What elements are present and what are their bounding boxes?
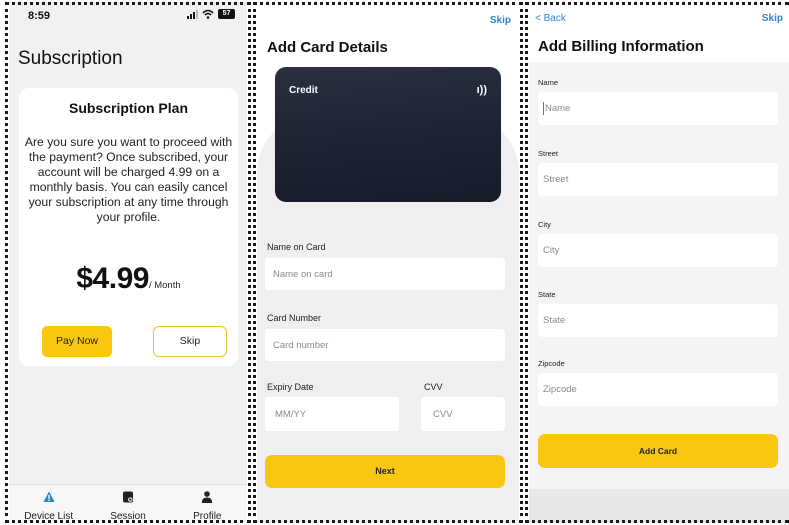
page-title: Add Card Details [267, 39, 388, 56]
bottom-area [529, 489, 789, 523]
name-placeholder: Name [545, 103, 571, 114]
text-cursor [543, 102, 544, 115]
name-input[interactable]: Name [538, 92, 778, 125]
next-button[interactable]: Next [265, 455, 505, 488]
wifi-icon [202, 9, 214, 19]
state-label: State [538, 290, 556, 299]
plan-description: Are you sure you want to proceed with th… [24, 135, 233, 224]
add-card-screen: Skip Add Card Details Credit ı)) Name on… [257, 2, 519, 523]
cvv-input[interactable]: CVV [421, 397, 505, 431]
warning-triangle-icon [43, 491, 55, 502]
credit-card-preview: Credit ı)) [275, 67, 501, 202]
city-label: City [538, 220, 551, 229]
name-on-card-label: Name on Card [267, 242, 326, 252]
add-card-button[interactable]: Add Card [538, 434, 778, 468]
tab-label: Session [110, 511, 146, 522]
name-label: Name [538, 78, 559, 87]
tab-device-list[interactable]: Device List [9, 485, 88, 523]
price-display: $4.99/ Month [19, 262, 238, 296]
page-title: Subscription [18, 48, 123, 69]
card-number-input[interactable]: Card number [265, 329, 505, 361]
person-icon [202, 491, 213, 503]
pay-now-button[interactable]: Pay Now [42, 326, 112, 357]
contactless-icon: ı)) [476, 84, 487, 96]
card-number-label: Card Number [267, 313, 322, 323]
page-title: Add Billing Information [538, 38, 704, 55]
tab-label: Profile [193, 511, 222, 522]
name-on-card-input[interactable]: Name on card [265, 258, 505, 290]
zipcode-label: Zipcode [538, 359, 565, 368]
status-time: 8:59 [28, 10, 51, 22]
subscription-plan-card: Subscription Plan Are you sure you want … [19, 88, 238, 366]
status-bar: 8:59 57 [9, 2, 247, 28]
cvv-label: CVV [424, 382, 443, 392]
street-label: Street [538, 149, 559, 158]
city-input[interactable]: City [538, 234, 778, 267]
tab-profile[interactable]: Profile [168, 485, 247, 523]
state-input[interactable]: State [538, 304, 778, 337]
signal-icon [187, 9, 198, 19]
expiry-date-label: Expiry Date [267, 382, 314, 392]
plan-heading: Subscription Plan [68, 100, 188, 116]
expiry-date-input[interactable]: MM/YY [265, 397, 399, 431]
price-unit: / Month [148, 280, 181, 291]
tab-label: Device List [24, 511, 74, 522]
tab-bar: Device List Session Profile [9, 484, 247, 523]
status-icons: 57 [187, 9, 235, 19]
tab-session[interactable]: Session [88, 485, 167, 523]
price-amount: $4.99 [76, 262, 149, 295]
zipcode-input[interactable]: Zipcode [538, 373, 778, 406]
battery-icon: 57 [218, 9, 235, 19]
back-button[interactable]: < Back [535, 13, 566, 24]
session-icon [122, 491, 133, 503]
street-input[interactable]: Street [538, 163, 778, 196]
skip-link[interactable]: Skip [490, 15, 511, 26]
subscription-screen: 8:59 57 Subscription Subscription Plan A… [9, 2, 247, 523]
skip-button[interactable]: Skip [153, 326, 227, 357]
card-type-label: Credit [289, 85, 318, 96]
billing-info-screen: < Back Skip Add Billing Information Name… [529, 2, 789, 523]
skip-link[interactable]: Skip [762, 13, 783, 24]
